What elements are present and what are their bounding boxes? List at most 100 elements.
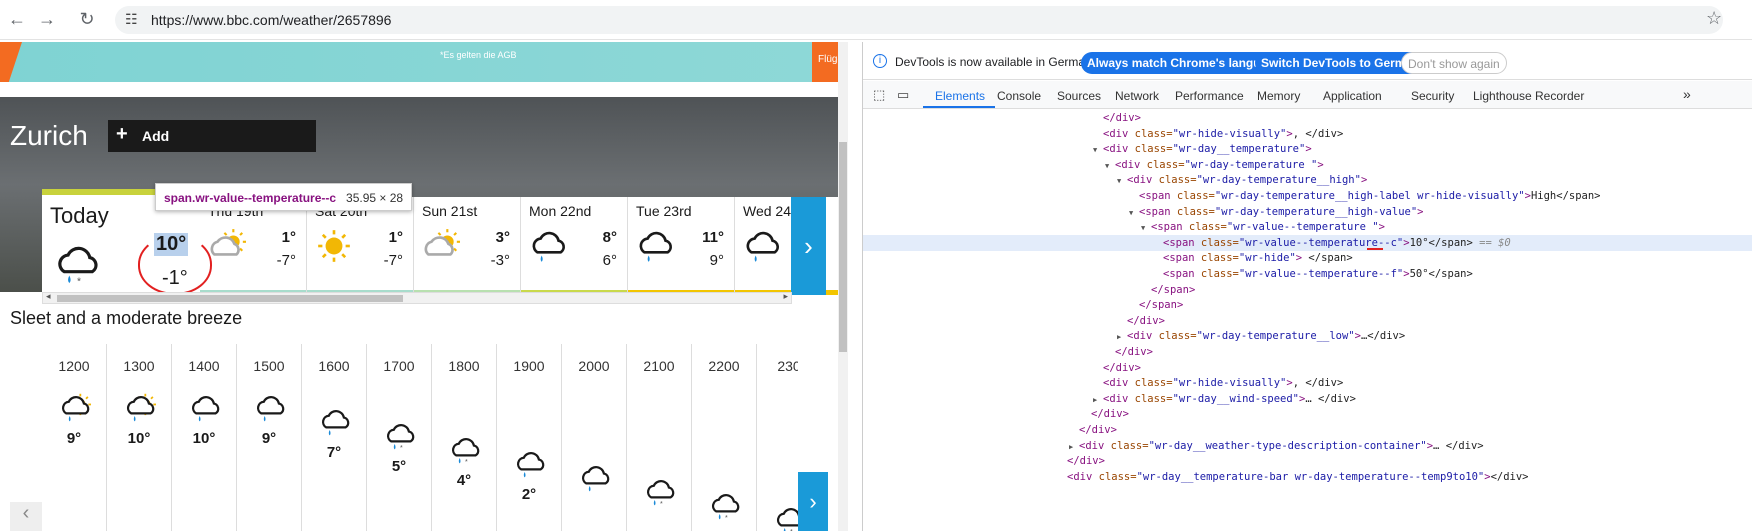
svg-text:*: * [77,276,81,287]
hour-column[interactable]: 1400 10° [172,344,237,531]
days-scrollbar[interactable]: ◂ ▸ [42,291,792,304]
dom-node-line[interactable]: ▼ <div class="wr-day__temperature"> [863,141,1752,157]
expand-toggle-icon[interactable]: ▼ [1141,220,1151,236]
hour-column[interactable]: 2000 [562,344,627,531]
tooltip-dimensions: 35.95 × 28 [346,191,404,205]
hours-prev-arrow[interactable]: ‹ [10,502,42,531]
ad-banner[interactable]: *Es gelten die AGB Flüge [0,42,848,82]
expand-toggle-icon[interactable]: ▼ [1105,158,1115,174]
dom-node-line[interactable]: ▼ <div class="wr-day-temperature "> [863,157,1752,173]
hour-column[interactable]: 1500 9° [237,344,302,531]
expand-toggle-icon[interactable]: ▼ [1093,142,1103,158]
tag-close: > [1360,174,1368,187]
attr-name: class= [1152,330,1197,343]
inspect-element-icon[interactable]: ⬚ [873,87,885,103]
dom-node-line[interactable]: ▶ <div class="wr-day__wind-speed">… </div… [863,391,1752,407]
reload-icon[interactable]: ↻ [76,8,98,30]
dom-node-line[interactable]: <span class="wr-hide"> </span> [863,250,1752,266]
dom-node-line[interactable]: </div> [863,344,1752,360]
hour-column[interactable]: 1600 7° [302,344,367,531]
hour-column[interactable]: 1200 9° [42,344,107,531]
attr-name: class= [1140,158,1185,171]
hour-column[interactable]: 1900 2° [497,344,562,531]
expand-toggle-icon[interactable]: ▼ [1117,173,1127,189]
expand-toggle-icon[interactable]: ▶ [1069,439,1079,455]
dom-node-line[interactable]: <span class="wr-value--temperature--c">1… [863,234,1752,251]
day-card[interactable]: Mon 22nd 8° 6° [521,197,628,295]
dom-node-line[interactable]: <div class="wr-day__temperature-bar wr-d… [863,469,1752,485]
dom-node-line[interactable]: ▼ <div class="wr-day-temperature__high"> [863,172,1752,188]
address-bar[interactable]: ☷ https://www.bbc.com/weather/2657896 [115,6,1723,34]
tab-sources[interactable]: Sources [1057,89,1101,103]
tab-network[interactable]: Network [1115,89,1159,103]
attr-value: "wr-value--temperature " [1226,221,1379,234]
tab-application[interactable]: Application [1323,89,1382,103]
tag-name: </div [1091,408,1123,421]
dom-node-line[interactable]: </div> [863,313,1752,329]
hour-column[interactable]: 230 * [757,344,798,531]
tab-memory[interactable]: Memory [1257,89,1300,103]
scroll-right-icon[interactable]: ▸ [783,291,788,302]
bookmark-star-icon[interactable]: ☆ [1706,8,1722,29]
attr-name: class= [1194,268,1239,280]
web-page: *Es gelten die AGB Flüge Zurich + Add To… [0,42,848,531]
tab-lighthouse[interactable]: Lighthouse [1473,89,1532,103]
dom-node-line[interactable]: ▶ <div class="wr-day__weather-type-descri… [863,438,1752,454]
dom-node-line[interactable]: <span class="wr-day-temperature__high-la… [863,188,1752,204]
site-settings-icon[interactable]: ☷ [125,11,138,28]
expand-toggle-icon[interactable]: ▶ [1093,392,1103,408]
rain-cloud-icon [579,462,611,499]
device-toolbar-icon[interactable]: ▭ [897,87,909,103]
hour-column[interactable]: 2100 * [627,344,692,531]
tab-recorder[interactable]: Recorder [1535,89,1584,103]
back-icon[interactable]: ← [6,8,28,30]
node-content: … </div> [1433,439,1484,452]
dom-node-line[interactable]: ▼ <span class="wr-value--temperature "> [863,219,1752,235]
tab-console[interactable]: Console [997,89,1041,103]
dont-show-again-button[interactable]: Don't show again [1401,52,1507,74]
scroll-left-icon[interactable]: ◂ [46,291,51,302]
switch-german-button[interactable]: Switch DevTools to German [1255,52,1426,74]
hour-column[interactable]: 1700 * 5° [367,344,432,531]
dom-node-line[interactable]: </span> [863,297,1752,313]
forward-icon[interactable]: → [36,8,58,30]
add-label: Add [142,128,170,144]
expand-toggle-icon[interactable]: ▶ [1117,329,1127,345]
dom-node-line[interactable]: <span class="wr-value--temperature--f">5… [863,266,1752,282]
expand-toggle-icon[interactable]: ▼ [1129,205,1139,221]
day-card[interactable]: Thu 19th 1° -7° [200,197,307,295]
tab-elements[interactable]: Elements [935,89,985,103]
day-card[interactable]: Tue 23rd 11° 9° [628,197,735,295]
dom-node-line[interactable]: </div> [863,422,1752,438]
tab-performance[interactable]: Performance [1175,89,1244,103]
dom-node-line[interactable]: <div class="wr-hide-visually">, </div> [863,126,1752,142]
hours-next-arrow[interactable]: › [798,472,828,531]
dom-node-line[interactable]: </div> [863,110,1752,126]
page-scrollbar[interactable] [838,42,848,531]
devtools-panel: i DevTools is now available in German! A… [862,42,1752,531]
dom-node-line[interactable]: ▼ <span class="wr-day-temperature__high-v… [863,204,1752,220]
hour-column[interactable]: 1300 10° [107,344,172,531]
url-text[interactable]: https://www.bbc.com/weather/2657896 [151,12,391,28]
days-next-arrow[interactable]: › [791,197,826,295]
day-card[interactable]: Sun 21st 3° -3° [414,197,521,295]
page-scrollbar-thumb[interactable] [839,142,847,352]
dom-node-line[interactable]: </div> [863,360,1752,376]
hour-column[interactable]: 2200 * [692,344,757,531]
scrollbar-thumb[interactable] [57,295,403,302]
hour-temperature: 5° [391,458,407,475]
dom-node-line[interactable]: ▶ <div class="wr-day-temperature__low">…<… [863,328,1752,344]
add-location-button[interactable]: + Add [108,120,316,152]
dom-node-line[interactable]: </div> [863,453,1752,469]
node-content: </span> [1302,252,1353,265]
attr-name: class= [1128,392,1173,405]
day-card[interactable]: Sat 20th 1° -7° [307,197,414,295]
attr-name: class= [1152,174,1197,187]
more-tabs-icon[interactable]: » [1683,86,1691,102]
dom-node-line[interactable]: </div> [863,406,1752,422]
hour-column[interactable]: 1800 * 4° [432,344,497,531]
dom-node-line[interactable]: <div class="wr-hide-visually">, </div> [863,375,1752,391]
tab-security[interactable]: Security [1411,89,1454,103]
dom-node-line[interactable]: </span> [863,282,1752,298]
node-content: High</span> [1530,190,1601,202]
